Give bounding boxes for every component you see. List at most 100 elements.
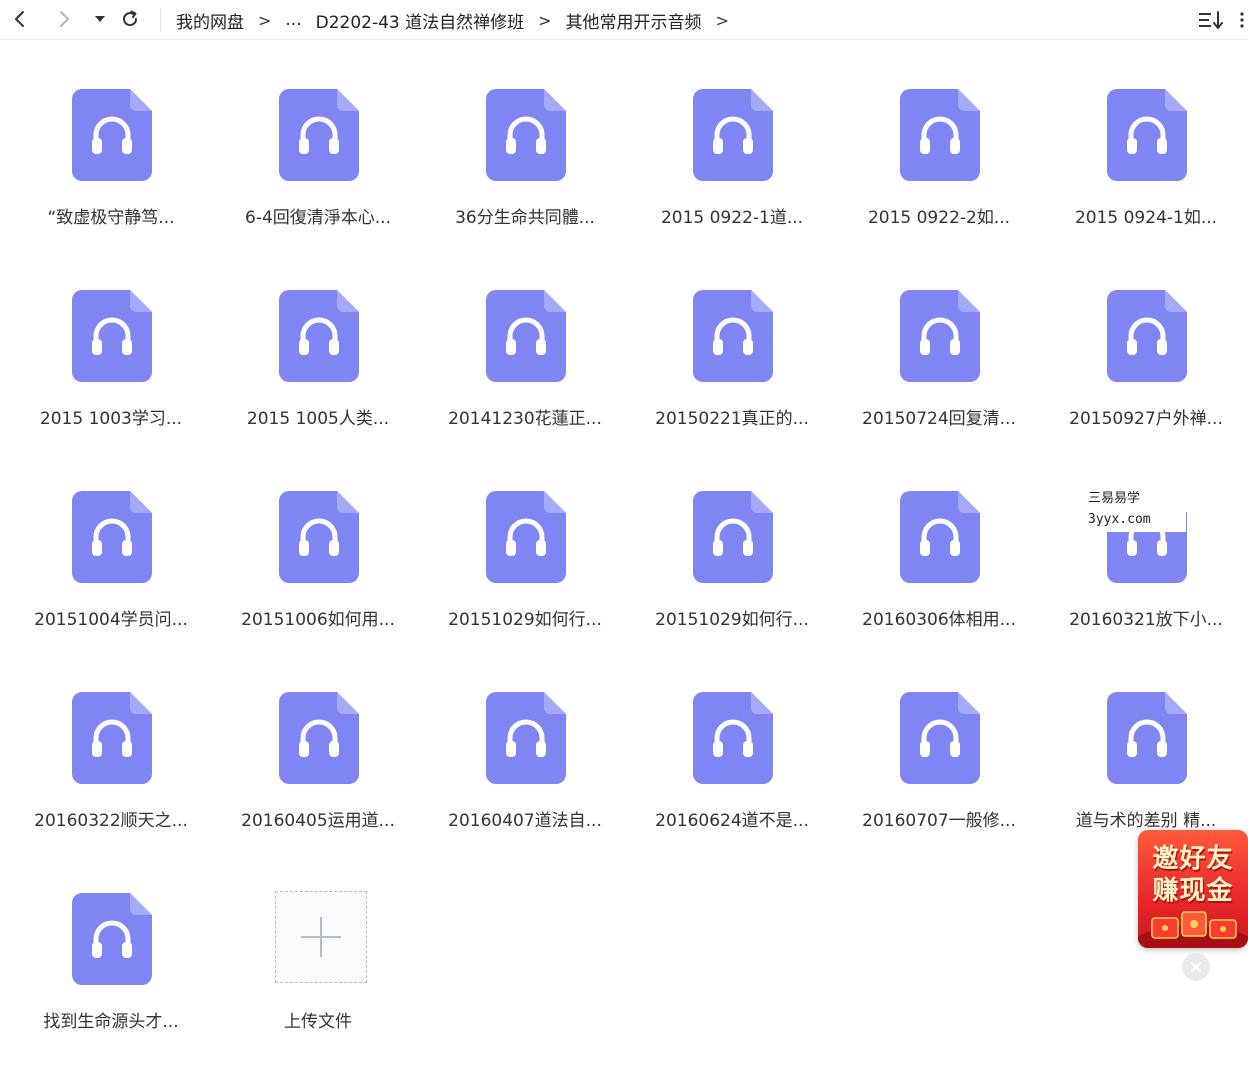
file-name: 2015 1005人类... xyxy=(246,409,390,429)
watermark: 三易易学 3yyx.com xyxy=(1080,484,1186,532)
promo-close-button[interactable] xyxy=(1182,953,1210,981)
audio-file-icon xyxy=(72,89,152,181)
upload-box xyxy=(275,891,367,983)
caret-down-icon xyxy=(95,16,105,22)
invite-promo-banner[interactable]: 邀好友 赚现金 xyxy=(1138,830,1248,948)
chevron-right-icon xyxy=(60,11,69,27)
file-name: 20150724回复清... xyxy=(862,409,1016,429)
back-button[interactable] xyxy=(6,4,34,34)
file-name: 20151029如何行... xyxy=(448,610,602,630)
file-item[interactable]: 20151029如何行... xyxy=(430,491,620,671)
audio-file-icon xyxy=(1107,290,1187,382)
file-item[interactable]: 找到生命源头才... xyxy=(16,893,206,1073)
file-name: 2015 0924-1如... xyxy=(1074,208,1218,228)
refresh-icon xyxy=(123,10,138,27)
file-name: 6-4回復清淨本心... xyxy=(245,208,391,228)
audio-file-icon xyxy=(72,692,152,784)
file-name: 20150927户外禅... xyxy=(1069,409,1223,429)
breadcrumb-separator: > xyxy=(258,10,272,30)
more-icon xyxy=(1240,12,1244,28)
close-icon xyxy=(1191,962,1201,972)
audio-file-icon xyxy=(693,290,773,382)
file-item[interactable]: 2015 1005人类... xyxy=(223,290,413,470)
file-item[interactable]: 2015 0922-1道... xyxy=(637,89,827,269)
audio-file-icon xyxy=(72,491,152,583)
breadcrumb-item-collapsed[interactable]: ... xyxy=(285,10,301,30)
forward-button[interactable] xyxy=(50,4,78,34)
audio-file-icon xyxy=(1107,89,1187,181)
upload-file-button[interactable]: 上传文件 xyxy=(223,891,413,1073)
audio-file-icon xyxy=(72,893,152,985)
file-item[interactable]: 20160407道法自... xyxy=(430,692,620,872)
file-item[interactable]: 20160306体相用... xyxy=(844,491,1034,671)
file-item[interactable]: 20160624道不是... xyxy=(637,692,827,872)
toolbar: 我的网盘 > ... D2202-43 道法自然禅修班 > 其他常用开示音频 > xyxy=(0,0,1248,40)
file-item[interactable]: 20160405运用道... xyxy=(223,692,413,872)
breadcrumb-item-root[interactable]: 我的网盘 xyxy=(176,8,244,33)
file-item[interactable]: 6-4回復清淨本心... xyxy=(223,89,413,269)
sort-icon xyxy=(1199,11,1223,29)
breadcrumb-item-current[interactable]: 其他常用开示音频 xyxy=(566,8,702,33)
file-name: 20160306体相用... xyxy=(862,610,1016,630)
file-name: 20160321放下小... xyxy=(1069,610,1223,630)
upload-label: 上传文件 xyxy=(284,1012,352,1032)
file-name: 20151029如何行... xyxy=(655,610,809,630)
watermark-url: 3yyx.com xyxy=(1088,512,1151,527)
file-item[interactable]: 20150724回复清... xyxy=(844,290,1034,470)
more-button[interactable] xyxy=(1238,6,1248,34)
audio-file-icon xyxy=(1107,692,1187,784)
audio-file-icon xyxy=(486,692,566,784)
audio-file-icon xyxy=(279,491,359,583)
audio-file-icon xyxy=(900,89,980,181)
file-name: 2015 0922-2如... xyxy=(867,208,1011,228)
file-name: 20141230花蓮正... xyxy=(448,409,602,429)
file-name: 2015 1003学习... xyxy=(39,409,183,429)
audio-file-icon xyxy=(693,89,773,181)
audio-file-icon xyxy=(486,491,566,583)
file-item[interactable]: 20151004学员问... xyxy=(16,491,206,671)
breadcrumb: 我的网盘 > ... D2202-43 道法自然禅修班 > 其他常用开示音频 > xyxy=(176,0,743,40)
audio-file-icon xyxy=(693,692,773,784)
file-item[interactable]: 20141230花蓮正... xyxy=(430,290,620,470)
file-name: 20160624道不是... xyxy=(655,811,809,831)
file-item[interactable]: “致虚极守静笃... xyxy=(16,89,206,269)
file-name: 20160707一般修... xyxy=(862,811,1016,831)
red-envelope-icon xyxy=(1138,911,1248,948)
file-item[interactable]: 20160322顺天之... xyxy=(16,692,206,872)
audio-file-icon xyxy=(486,290,566,382)
audio-file-icon xyxy=(486,89,566,181)
audio-file-icon xyxy=(279,89,359,181)
plus-icon xyxy=(301,917,341,957)
history-dropdown-button[interactable] xyxy=(90,4,110,34)
watermark-text: 三易易学 xyxy=(1088,491,1141,506)
file-item[interactable]: 2015 1003学习... xyxy=(16,290,206,470)
audio-file-icon xyxy=(900,290,980,382)
file-item[interactable]: 20150221真正的... xyxy=(637,290,827,470)
breadcrumb-separator: > xyxy=(538,10,552,30)
file-item[interactable]: 36分生命共同體... xyxy=(430,89,620,269)
file-name: 20160322顺天之... xyxy=(34,811,188,831)
audio-file-icon xyxy=(900,692,980,784)
refresh-button[interactable] xyxy=(116,4,144,34)
file-item[interactable]: 2015 0924-1如... xyxy=(1051,89,1241,269)
audio-file-icon xyxy=(279,692,359,784)
audio-file-icon xyxy=(279,290,359,382)
file-item[interactable]: 2015 0922-2如... xyxy=(844,89,1034,269)
file-item[interactable]: 20151006如何用... xyxy=(223,491,413,671)
file-name: 20150221真正的... xyxy=(655,409,809,429)
breadcrumb-separator: > xyxy=(715,10,729,30)
file-name: 36分生命共同體... xyxy=(455,208,595,228)
file-name: 道与术的差别 精... xyxy=(1075,811,1217,831)
file-item[interactable]: 20151029如何行... xyxy=(637,491,827,671)
audio-file-icon xyxy=(693,491,773,583)
file-item[interactable]: 20150927户外禅... xyxy=(1051,290,1241,470)
file-name: “致虚极守静笃... xyxy=(47,208,175,228)
sort-button[interactable] xyxy=(1196,6,1226,34)
breadcrumb-item-parent[interactable]: D2202-43 道法自然禅修班 xyxy=(316,8,525,33)
file-name: 20160405运用道... xyxy=(241,811,395,831)
file-name: 20160407道法自... xyxy=(448,811,602,831)
file-item[interactable]: 20160707一般修... xyxy=(844,692,1034,872)
chevron-left-icon xyxy=(15,11,24,27)
file-name: 20151006如何用... xyxy=(241,610,395,630)
file-name: 20151004学员问... xyxy=(34,610,188,630)
